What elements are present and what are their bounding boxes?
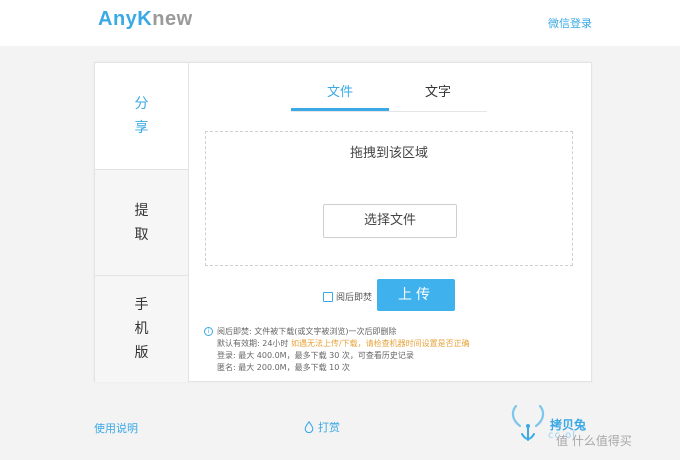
burn-after-read-label[interactable]: 阅后即焚 xyxy=(336,290,372,303)
info-line-login: 登录: 最大 400.0M，最多下载 30 次，可查看历史记录 xyxy=(217,351,414,360)
logo-text-k: K xyxy=(137,8,153,30)
sidebar-item-label: 提取 xyxy=(134,202,149,243)
content-tabs: 文件 文字 xyxy=(291,81,487,112)
water-drop-icon xyxy=(304,421,314,433)
header-bar: AnyKnew 微信登录 xyxy=(0,0,680,46)
expiry-text: 默认有效期: 24小时 xyxy=(217,339,289,348)
info-line-burn: 阅后即焚: 文件被下载(或文字被浏览)一次后即删除 xyxy=(217,327,397,336)
file-drop-zone[interactable]: 拖拽到该区域 选择文件 xyxy=(205,131,573,266)
tip-label: 打赏 xyxy=(318,421,340,434)
wechat-login-link[interactable]: 微信登录 xyxy=(548,15,592,31)
sidebar-item-label: 手机版 xyxy=(134,297,149,361)
drop-hint-text: 拖拽到该区域 xyxy=(349,146,428,161)
tab-file[interactable]: 文件 xyxy=(291,81,389,111)
burn-after-read-option: 阅后即焚 xyxy=(323,290,372,303)
burn-after-read-checkbox[interactable] xyxy=(323,291,333,302)
anyknew-logo[interactable]: AnyKnew xyxy=(98,8,193,31)
bunny-logo-icon xyxy=(511,404,545,441)
info-line-anon: 匿名: 最大 200.0M，最多下载 10 次 xyxy=(217,363,350,372)
share-panel: 分享 提取 手机版 文件 文字 拖拽到该区域 选择文件 阅后即焚 上传 i 阅后… xyxy=(94,62,592,382)
sidebar-item-label: 分享 xyxy=(134,96,149,136)
time-warning-text: 如遇无法上传/下载，请检查机器时间设置是否正确 xyxy=(290,339,470,348)
logo-text-any: Any xyxy=(98,8,138,30)
logo-text-new: new xyxy=(152,8,193,30)
sidebar: 分享 提取 手机版 xyxy=(95,63,189,382)
sidebar-item-share[interactable]: 分享 xyxy=(95,63,188,169)
upload-button[interactable]: 上传 xyxy=(377,279,455,311)
choose-file-button[interactable]: 选择文件 xyxy=(323,204,457,238)
tab-text[interactable]: 文字 xyxy=(389,81,487,110)
help-link[interactable]: 使用说明 xyxy=(94,420,138,436)
info-icon: i xyxy=(204,327,213,336)
watermark-text: 值 什么值得买 xyxy=(556,434,632,448)
sidebar-item-retrieve[interactable]: 提取 xyxy=(95,169,188,275)
sidebar-item-mobile[interactable]: 手机版 xyxy=(95,275,188,382)
tip-link[interactable]: 打赏 xyxy=(304,419,340,435)
info-line-expiry: 默认有效期: 24小时 如遇无法上传/下载，请检查机器时间设置是否正确 xyxy=(217,338,470,350)
